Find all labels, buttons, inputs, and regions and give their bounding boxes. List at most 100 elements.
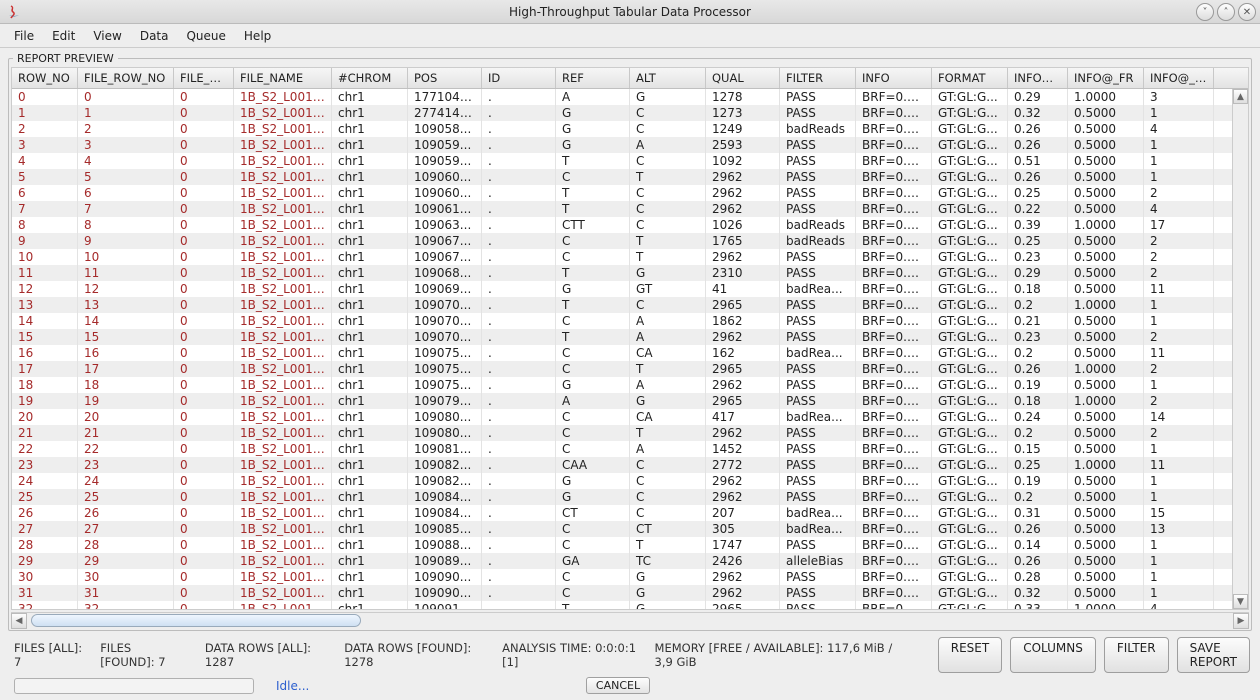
table-row[interactable]: 6601B_S2_L001....chr1109060....TC2962PAS… <box>12 185 1232 201</box>
table-row[interactable]: 3301B_S2_L001....chr1109059....GA2593PAS… <box>12 137 1232 153</box>
table-cell: GT:GL:G... <box>932 409 1008 425</box>
column-header[interactable]: ALT <box>630 68 706 88</box>
table-cell: BRF=0.1... <box>856 441 932 457</box>
table-row[interactable]: 292901B_S2_L001....chr1109089....GATC242… <box>12 553 1232 569</box>
table-cell: . <box>482 601 556 609</box>
table-cell: . <box>482 137 556 153</box>
table-row[interactable]: 151501B_S2_L001....chr1109070....TA2962P… <box>12 329 1232 345</box>
table-cell: BRF=0.2... <box>856 345 932 361</box>
scroll-up-icon[interactable]: ▲ <box>1233 89 1248 104</box>
table-row[interactable]: 282801B_S2_L001....chr1109088....CT1747P… <box>12 537 1232 553</box>
menu-queue[interactable]: Queue <box>178 27 233 45</box>
table-row[interactable]: 191901B_S2_L001....chr1109079....AG2965P… <box>12 393 1232 409</box>
save-report-button[interactable]: SAVE REPORT <box>1177 637 1250 673</box>
table-row[interactable]: 161601B_S2_L001....chr1109075....CCA162b… <box>12 345 1232 361</box>
table-row[interactable]: 252501B_S2_L001....chr1109084....GC2962P… <box>12 489 1232 505</box>
table-row[interactable]: 303001B_S2_L001....chr1109090....CG2962P… <box>12 569 1232 585</box>
scroll-down-icon[interactable]: ▼ <box>1233 594 1248 609</box>
scroll-left-icon[interactable]: ◀ <box>11 613 27 629</box>
table-cell: 0.5000 <box>1068 153 1144 169</box>
table-cell: 41 <box>706 281 780 297</box>
minimize-button[interactable]: ˅ <box>1196 3 1214 21</box>
table-row[interactable]: 141401B_S2_L001....chr1109070....CA1862P… <box>12 313 1232 329</box>
table-row[interactable]: 1101B_S2_L001....chr127741425.GC1273PASS… <box>12 105 1232 121</box>
maximize-button[interactable]: ˄ <box>1217 3 1235 21</box>
table-cell: 0 <box>12 89 78 105</box>
vertical-scrollbar[interactable]: ▲ ▼ <box>1232 89 1248 609</box>
table-row[interactable]: 222201B_S2_L001....chr1109081....CA1452P… <box>12 441 1232 457</box>
column-header[interactable]: REF <box>556 68 630 88</box>
filter-button[interactable]: FILTER <box>1104 637 1169 673</box>
table-cell: 0 <box>174 313 234 329</box>
table-row[interactable]: 111101B_S2_L001....chr1109068....TG2310P… <box>12 265 1232 281</box>
column-header[interactable]: INFO@_... <box>1008 68 1068 88</box>
column-header[interactable]: INFO <box>856 68 932 88</box>
table-cell: BRF=0.2... <box>856 297 932 313</box>
menu-view[interactable]: View <box>85 27 129 45</box>
table-row[interactable]: 131301B_S2_L001....chr1109070....TC2965P… <box>12 297 1232 313</box>
table-row[interactable]: 2201B_S2_L001....chr1109058....GC1249bad… <box>12 121 1232 137</box>
column-header[interactable]: POS <box>408 68 482 88</box>
column-header[interactable]: INFO@_FR <box>1068 68 1144 88</box>
table-cell: chr1 <box>332 345 408 361</box>
table-cell: 18 <box>12 377 78 393</box>
menu-edit[interactable]: Edit <box>44 27 83 45</box>
column-header[interactable]: FILE_NAME <box>234 68 332 88</box>
table-cell: . <box>482 585 556 601</box>
column-header[interactable]: ID <box>482 68 556 88</box>
table-row[interactable]: 5501B_S2_L001....chr1109060....CT2962PAS… <box>12 169 1232 185</box>
table-cell: PASS <box>780 105 856 121</box>
scroll-right-icon[interactable]: ▶ <box>1233 613 1249 629</box>
cancel-button[interactable]: CANCEL <box>586 677 650 694</box>
table-row[interactable]: 323201B_S2_L001....chr1109091....TG2965P… <box>12 601 1232 609</box>
table-cell: . <box>482 473 556 489</box>
reset-button[interactable]: RESET <box>938 637 1002 673</box>
table-row[interactable]: 202001B_S2_L001....chr1109080....CCA417b… <box>12 409 1232 425</box>
table-row[interactable]: 262601B_S2_L001....chr1109084....CTC207b… <box>12 505 1232 521</box>
table-cell: G <box>556 121 630 137</box>
table-cell: 11 <box>78 265 174 281</box>
table-row[interactable]: 8801B_S2_L001....chr1109063....CTTC1026b… <box>12 217 1232 233</box>
table-cell: 0.5000 <box>1068 137 1144 153</box>
column-header[interactable]: ROW_NO <box>12 68 78 88</box>
column-header[interactable]: FORMAT <box>932 68 1008 88</box>
table-cell: 109075... <box>408 345 482 361</box>
table-row[interactable]: 242401B_S2_L001....chr1109082....GC2962P… <box>12 473 1232 489</box>
menu-file[interactable]: File <box>6 27 42 45</box>
table-row[interactable]: 272701B_S2_L001....chr1109085....CCT305b… <box>12 521 1232 537</box>
column-header[interactable]: #CHROM <box>332 68 408 88</box>
columns-button[interactable]: COLUMNS <box>1010 637 1096 673</box>
table-cell: CT <box>556 505 630 521</box>
scrollbar-thumb[interactable] <box>31 614 361 627</box>
menu-data[interactable]: Data <box>132 27 177 45</box>
menu-help[interactable]: Help <box>236 27 279 45</box>
table-cell: 0.5000 <box>1068 489 1144 505</box>
table-row[interactable]: 4401B_S2_L001....chr1109059....TC1092PAS… <box>12 153 1232 169</box>
table-row[interactable]: 171701B_S2_L001....chr1109075....CT2965P… <box>12 361 1232 377</box>
column-header[interactable]: INFO@_HP <box>1144 68 1214 88</box>
table-cell: 0 <box>174 569 234 585</box>
table-row[interactable]: 9901B_S2_L001....chr1109067....CT1765bad… <box>12 233 1232 249</box>
table-row[interactable]: 181801B_S2_L001....chr1109075....GA2962P… <box>12 377 1232 393</box>
table-row[interactable]: 7701B_S2_L001....chr1109061....TC2962PAS… <box>12 201 1232 217</box>
column-header[interactable]: FILTER <box>780 68 856 88</box>
table-cell: chr1 <box>332 153 408 169</box>
table-cell: 1.0000 <box>1068 297 1144 313</box>
table-cell: 2962 <box>706 425 780 441</box>
table-row[interactable]: 101001B_S2_L001....chr1109067....CT2962P… <box>12 249 1232 265</box>
table-cell: 109063... <box>408 217 482 233</box>
column-header[interactable]: FILE_NO <box>174 68 234 88</box>
column-header[interactable]: FILE_ROW_NO <box>78 68 174 88</box>
table-row[interactable]: 232301B_S2_L001....chr1109082....CAAC277… <box>12 457 1232 473</box>
close-button[interactable]: ✕ <box>1238 3 1256 21</box>
table-row[interactable]: 121201B_S2_L001....chr1109069....GGT41ba… <box>12 281 1232 297</box>
table-cell: 16 <box>78 345 174 361</box>
table-cell: C <box>630 105 706 121</box>
table-cell: 0.2 <box>1008 489 1068 505</box>
table-cell: C <box>556 249 630 265</box>
table-row[interactable]: 212101B_S2_L001....chr1109080....CT2962P… <box>12 425 1232 441</box>
table-row[interactable]: 0001B_S2_L001....chr117710413.AG1278PASS… <box>12 89 1232 105</box>
table-row[interactable]: 313101B_S2_L001....chr1109090....CG2962P… <box>12 585 1232 601</box>
column-header[interactable]: QUAL <box>706 68 780 88</box>
horizontal-scrollbar[interactable]: ◀ ▶ <box>11 612 1249 628</box>
